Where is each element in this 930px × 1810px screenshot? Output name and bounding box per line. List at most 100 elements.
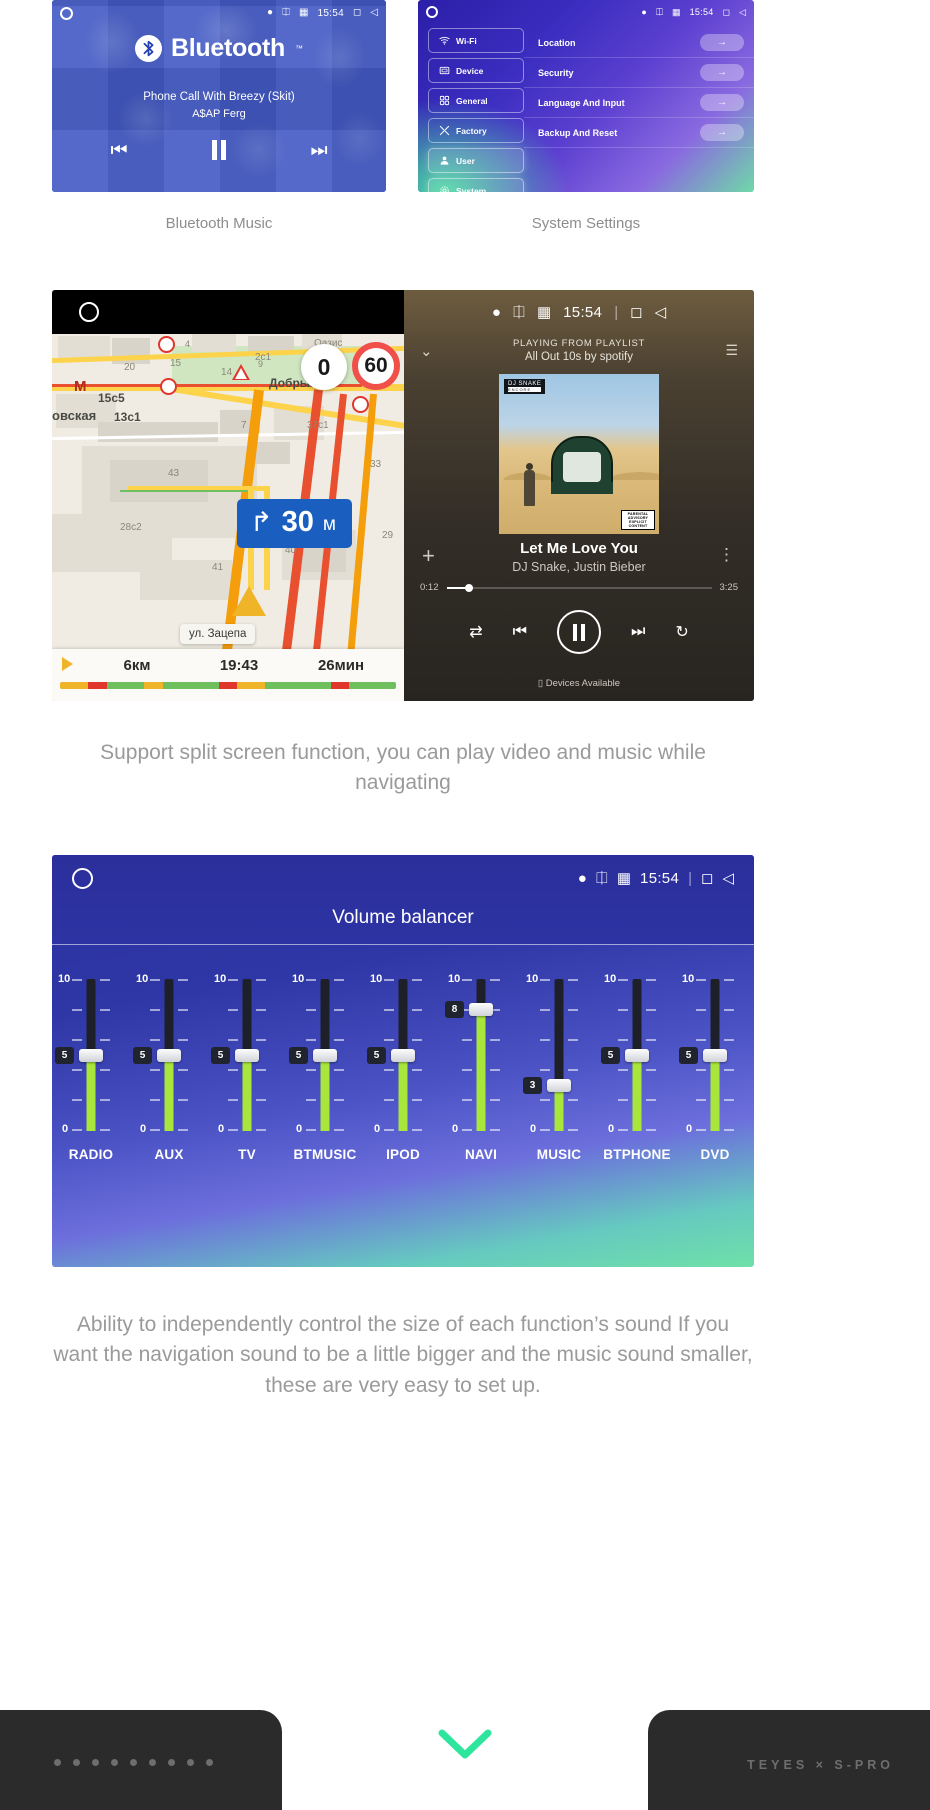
- recents-icon[interactable]: ◻: [630, 305, 642, 320]
- settings-tile-user[interactable]: User: [428, 148, 524, 173]
- volume-channel-labels: RADIO AUX TV BTMUSIC IPOD NAVI MUSIC BTPHONE DVD: [52, 1147, 754, 1162]
- route-duration: 26мин: [317, 656, 365, 674]
- channel-label: DVD: [700, 1147, 730, 1162]
- slider-thumb[interactable]: [703, 1049, 727, 1062]
- settings-tile-general[interactable]: General: [428, 88, 524, 113]
- map-label: 28с2: [120, 522, 142, 533]
- slider-thumb[interactable]: [313, 1049, 337, 1062]
- next-track-button[interactable]: ⏭: [269, 140, 369, 166]
- settings-row-label: Backup And Reset: [538, 127, 618, 138]
- volume-slider-btphone[interactable]: 5 10 0: [598, 955, 676, 1155]
- slider-value-badge: 5: [211, 1047, 230, 1064]
- signal-icon: ▦: [299, 7, 309, 18]
- recents-icon[interactable]: ◻: [723, 7, 730, 17]
- bluetooth-wordmark: Bluetooth: [171, 34, 285, 62]
- map-canvas[interactable]: Оазис 2с1 Добрыни 20 14 9 15 4 15с5 овск…: [52, 334, 404, 701]
- volume-slider-btmusic[interactable]: 5 10 0: [286, 955, 364, 1155]
- progress-slider[interactable]: [446, 583, 712, 592]
- map-label: 20: [124, 362, 136, 373]
- slider-thumb[interactable]: [157, 1049, 181, 1062]
- settings-tile-system[interactable]: System: [428, 178, 524, 192]
- settings-row-backup-and-reset[interactable]: Backup And Reset →: [524, 118, 754, 148]
- bluetooth-status-bar: ● ⎅ ▦ 15:54 ◻ ◁: [52, 0, 386, 26]
- slider-value-badge: 5: [601, 1047, 620, 1064]
- slider-thumb[interactable]: [547, 1079, 571, 1092]
- settings-tile-wifi[interactable]: Wi-Fi: [428, 28, 524, 53]
- page-footer: TEYES × S-PRO: [0, 1690, 930, 1810]
- volume-slider-music[interactable]: 3 10 0: [520, 955, 598, 1155]
- volume-slider-dvd[interactable]: 5 10 0: [676, 955, 754, 1155]
- route-summary-bar: 6км 19:43 26мин: [52, 649, 404, 701]
- track-artist: DJ Snake, Justin Bieber: [512, 560, 646, 574]
- volume-slider-grid: 5 10 0 5 10 0 5 10 0 5 10 0 5 10 0 8 10 0 3 10 0 5 10 0 5 10 0: [52, 955, 754, 1155]
- parental-advisory-icon: PARENTAL ADVISORY EXPLICIT CONTENT: [621, 510, 655, 530]
- previous-track-button[interactable]: ⏮: [69, 140, 169, 166]
- slider-thumb[interactable]: [79, 1049, 103, 1062]
- home-button-icon[interactable]: [60, 6, 73, 20]
- location-icon: ●: [266, 7, 273, 18]
- traffic-strip: [60, 682, 396, 689]
- home-button-icon[interactable]: [426, 6, 438, 18]
- volume-slider-navi[interactable]: 8 10 0: [442, 955, 520, 1155]
- signal-4g-icon: ▦: [536, 303, 552, 321]
- back-icon[interactable]: ◁: [370, 8, 378, 18]
- pause-button[interactable]: [557, 610, 601, 654]
- page-title: Volume balancer: [332, 907, 474, 928]
- repeat-button[interactable]: ↻: [675, 622, 688, 642]
- volume-balancer-caption: Ability to independently control the siz…: [53, 1313, 753, 1397]
- scroll-down-button[interactable]: [0, 1727, 930, 1766]
- next-track-button[interactable]: ⏭: [631, 623, 645, 641]
- settings-tile-label: General: [456, 95, 488, 106]
- map-label: 13с1: [114, 410, 141, 424]
- devices-label: Devices Available: [545, 678, 621, 689]
- recents-icon[interactable]: ◻: [353, 8, 361, 18]
- home-button-icon[interactable]: [72, 867, 93, 889]
- settings-row-location[interactable]: Location →: [524, 28, 754, 58]
- slider-track[interactable]: [554, 979, 564, 1131]
- back-icon[interactable]: ◁: [722, 871, 734, 886]
- arrow-right-icon[interactable]: →: [700, 64, 744, 81]
- map-label: 4: [185, 339, 191, 349]
- grid-icon: [438, 95, 450, 107]
- settings-row-security[interactable]: Security →: [524, 58, 754, 88]
- slider-track[interactable]: [476, 979, 486, 1131]
- play-route-icon[interactable]: [62, 657, 73, 671]
- channel-label: NAVI: [464, 1147, 498, 1162]
- shuffle-button[interactable]: ⇄: [469, 622, 482, 642]
- volume-slider-ipod[interactable]: 5 10 0: [364, 955, 442, 1155]
- slider-thumb[interactable]: [235, 1049, 259, 1062]
- channel-label: RADIO: [68, 1147, 114, 1162]
- slider-value-badge: 5: [133, 1047, 152, 1064]
- playback-kicker: PLAYING FROM PLAYLIST: [512, 338, 646, 349]
- arrow-right-icon[interactable]: →: [700, 124, 744, 141]
- recents-icon[interactable]: ◻: [701, 871, 713, 886]
- track-artist: A$AP Ferg: [192, 108, 246, 120]
- volume-slider-tv[interactable]: 5 10 0: [208, 955, 286, 1155]
- gear-icon: [438, 185, 450, 192]
- settings-row-language-and-input[interactable]: Language And Input →: [524, 88, 754, 118]
- home-button-icon[interactable]: [79, 302, 99, 322]
- volume-slider-radio[interactable]: 5 10 0: [52, 955, 130, 1155]
- back-icon[interactable]: ◁: [655, 305, 667, 320]
- slider-thumb[interactable]: [391, 1049, 415, 1062]
- scale-max-label: 10: [370, 973, 383, 985]
- map-label: 41: [212, 562, 224, 573]
- settings-caption: System Settings: [531, 215, 641, 232]
- settings-tile-factory[interactable]: Factory: [428, 118, 524, 143]
- previous-track-button[interactable]: ⏮: [513, 623, 527, 641]
- playlist-name: All Out 10s by spotify: [524, 351, 634, 363]
- slider-thumb[interactable]: [625, 1049, 649, 1062]
- devices-available-button[interactable]: ▯ Devices Available: [404, 678, 754, 689]
- slider-value-badge: 5: [55, 1047, 74, 1064]
- arrow-right-icon[interactable]: →: [700, 34, 744, 51]
- arrow-right-icon[interactable]: →: [700, 94, 744, 111]
- pause-button[interactable]: [169, 140, 269, 166]
- volume-slider-aux[interactable]: 5 10 0: [130, 955, 208, 1155]
- map-label: 15с5: [98, 391, 125, 405]
- slider-thumb[interactable]: [469, 1003, 493, 1016]
- album-artwork[interactable]: DJ SNAKE ENCORE PARENTAL ADVISORY EXPLIC…: [499, 374, 659, 534]
- back-icon[interactable]: ◁: [739, 7, 746, 17]
- settings-tile-label: User: [456, 155, 475, 166]
- settings-tile-device[interactable]: Device: [428, 58, 524, 83]
- slider-value-badge: 3: [523, 1077, 542, 1094]
